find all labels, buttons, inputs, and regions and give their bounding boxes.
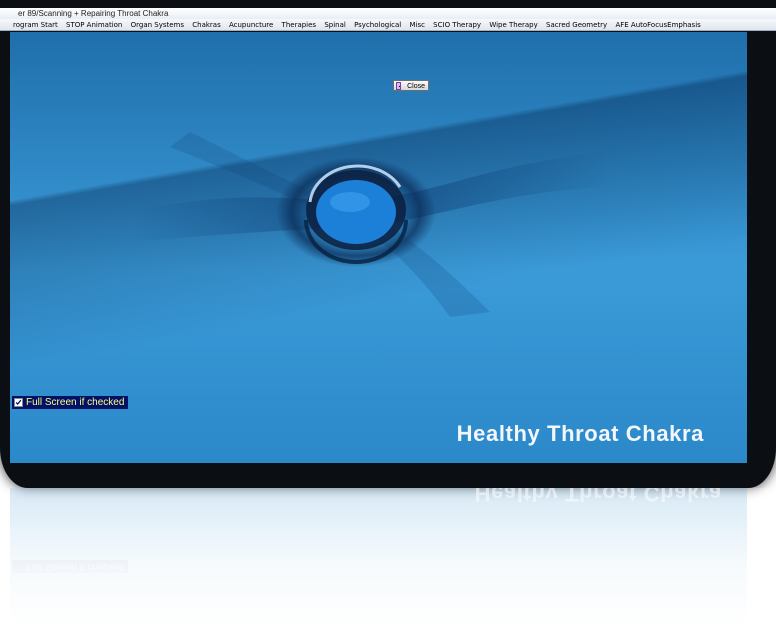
close-button-label: Close (407, 83, 425, 90)
stage: er 89/Scanning + Repairing Throat Chakra… (0, 0, 776, 626)
check-icon (15, 399, 22, 405)
throat-chakra-orb (316, 180, 396, 244)
menu-bar: rogram Start STOP Animation Organ System… (0, 19, 776, 31)
fullscreen-toggle[interactable]: Full Screen if checked (12, 396, 129, 409)
window-reflection: Healthy Throat Chakra Full Screen if che… (0, 488, 776, 626)
menu-program-start[interactable]: rogram Start (13, 19, 58, 30)
fullscreen-label: Full Screen if checked (26, 397, 125, 408)
menu-spinal[interactable]: Spinal (324, 19, 346, 30)
window-title: er 89/Scanning + Repairing Throat Chakra (0, 8, 776, 19)
menu-chakras[interactable]: Chakras (192, 19, 220, 30)
menu-psychological[interactable]: Psychological (354, 19, 401, 30)
menu-sacred-geometry[interactable]: Sacred Geometry (546, 19, 607, 30)
fullscreen-checkbox[interactable] (14, 398, 23, 407)
menu-misc[interactable]: Misc (409, 19, 424, 30)
close-button[interactable]: Close (393, 80, 429, 91)
chakra-caption: Healthy Throat Chakra (456, 421, 704, 446)
app-window: er 89/Scanning + Repairing Throat Chakra… (0, 0, 776, 488)
menu-stop-animation[interactable]: STOP Animation (66, 19, 122, 30)
close-door-icon (396, 82, 401, 90)
menu-wipe-therapy[interactable]: Wipe Therapy (489, 19, 537, 30)
menu-acupuncture[interactable]: Acupuncture (229, 19, 273, 30)
menu-scio-therapy[interactable]: SCIO Therapy (433, 19, 481, 30)
menu-organ-systems[interactable]: Organ Systems (131, 19, 184, 30)
animation-viewport: Close Full Screen if checked Healthy Thr… (10, 32, 747, 463)
menu-therapies[interactable]: Therapies (282, 19, 317, 30)
reflection-fade (0, 488, 776, 626)
chakra-vortex-graphic (130, 132, 610, 317)
menu-afe-autofocus[interactable]: AFE AutoFocusEmphasis (615, 19, 700, 30)
